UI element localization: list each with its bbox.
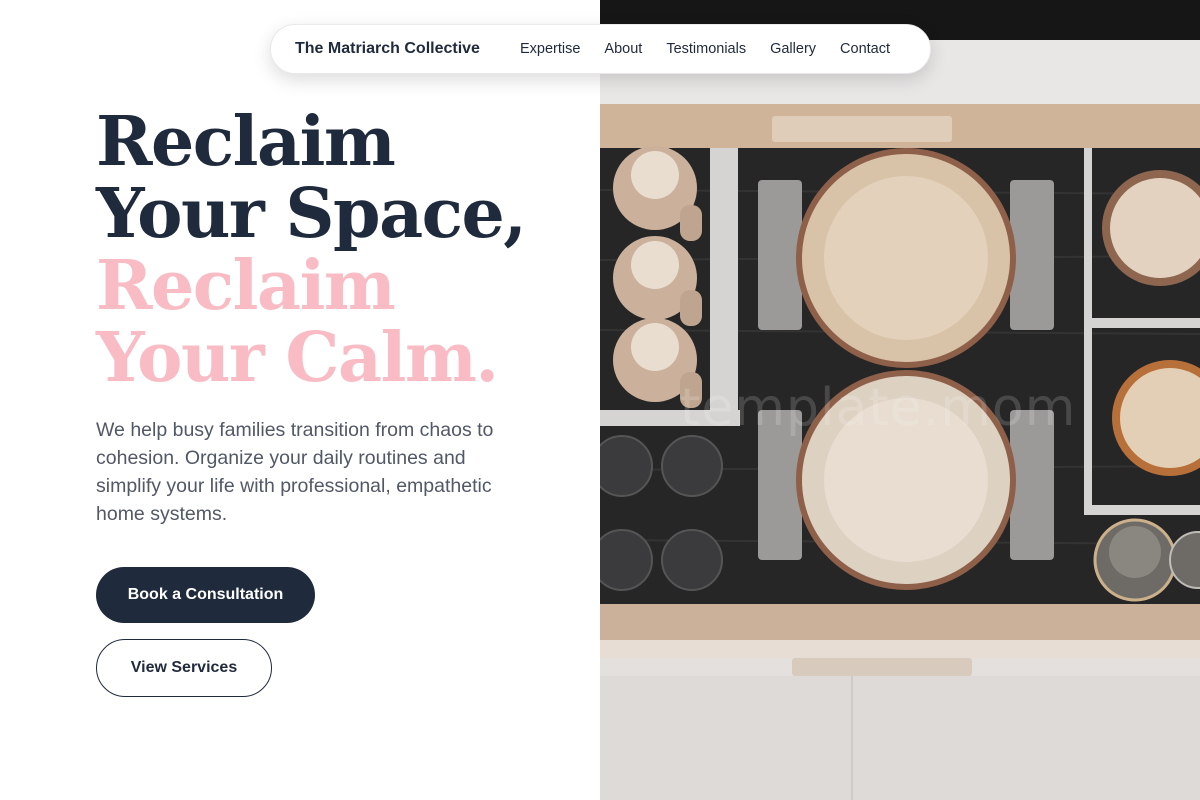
watermark-text: template.mom [680, 378, 1077, 438]
top-nav: The Matriarch Collective Expertise About… [270, 24, 931, 74]
hero-content: Reclaim Your Space, Reclaim Your Calm. W… [0, 0, 600, 800]
nav-links: Expertise About Testimonials Gallery Con… [520, 41, 890, 57]
headline-line-4: Your Calm. [96, 318, 499, 398]
nav-link-testimonials[interactable]: Testimonials [666, 41, 746, 57]
book-consultation-button[interactable]: Book a Consultation [96, 567, 315, 623]
headline-line-1: Reclaim [96, 102, 396, 182]
nav-link-about[interactable]: About [604, 41, 642, 57]
headline-line-3: Reclaim [96, 246, 396, 326]
headline-line-2: Your Space, [96, 174, 527, 254]
nav-link-expertise[interactable]: Expertise [520, 41, 580, 57]
hero-headline: Reclaim Your Space, Reclaim Your Calm. [96, 106, 576, 394]
view-services-button[interactable]: View Services [96, 639, 272, 697]
nav-link-gallery[interactable]: Gallery [770, 41, 816, 57]
brand-logo-text[interactable]: The Matriarch Collective [295, 40, 480, 58]
nav-link-contact[interactable]: Contact [840, 41, 890, 57]
hero-subtext: We help busy families transition from ch… [96, 419, 494, 525]
